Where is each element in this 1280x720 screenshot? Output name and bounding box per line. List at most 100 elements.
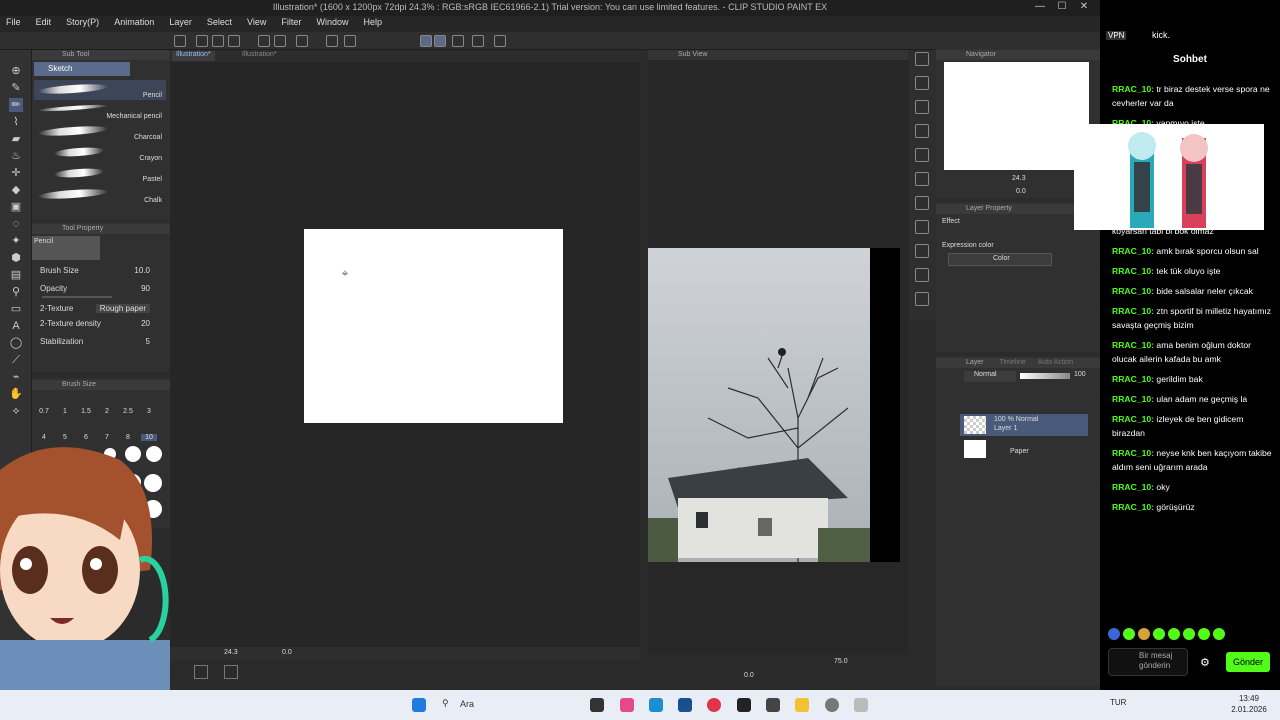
language-indicator[interactable]: TUR — [1110, 698, 1126, 707]
layer-row[interactable]: 100 % Normal Layer 1 — [960, 414, 1088, 436]
clear-icon[interactable] — [296, 35, 308, 47]
undo-icon[interactable] — [258, 35, 270, 47]
menu-window[interactable]: Window — [310, 16, 354, 28]
snap-special-ruler-icon[interactable] — [434, 35, 446, 47]
system-clock[interactable]: 13:49 2.01.2026 — [1222, 693, 1276, 715]
brush-pastel[interactable]: Pastel — [34, 164, 166, 184]
store-icon[interactable] — [678, 698, 692, 712]
canvas-zoom-value[interactable]: 24.3 — [224, 649, 238, 656]
panel-icon[interactable] — [915, 268, 929, 282]
emote-icon[interactable] — [1153, 628, 1165, 640]
snap-ruler-icon[interactable] — [420, 35, 432, 47]
file-explorer-icon[interactable] — [795, 698, 809, 712]
search-icon[interactable] — [915, 52, 929, 66]
text-tool-icon[interactable]: A — [9, 319, 23, 333]
emote-icon[interactable] — [1108, 628, 1120, 640]
copilot-icon[interactable] — [620, 698, 634, 712]
bucket-tool-icon[interactable]: ⬢ — [9, 251, 23, 265]
move-tool-icon[interactable]: ✛ — [9, 166, 23, 180]
menu-animation[interactable]: Animation — [108, 16, 160, 28]
layer-opacity-slider[interactable] — [1020, 373, 1070, 379]
transform-icon[interactable] — [344, 35, 356, 47]
emote-icon[interactable] — [1213, 628, 1225, 640]
doc-tab[interactable]: Illustration* — [238, 51, 281, 61]
size-1-5[interactable]: 1.5 — [78, 408, 94, 415]
home-icon[interactable] — [174, 35, 186, 47]
emote-icon[interactable] — [1198, 628, 1210, 640]
texture-row[interactable]: 2-Texture Rough paper — [40, 304, 160, 318]
maximize-button[interactable]: ☐ — [1052, 1, 1072, 15]
menu-layer[interactable]: Layer — [163, 16, 198, 28]
doc-tab-active[interactable]: Illustration* — [172, 51, 215, 61]
blend-tool-icon[interactable]: ♨ — [9, 149, 23, 163]
canvas-paper[interactable] — [304, 229, 563, 423]
pen-tool-icon[interactable]: ✎ — [9, 81, 23, 95]
taskbar-search[interactable]: ⚲ Ara — [436, 696, 584, 714]
magic-wand-icon[interactable]: ✦ — [9, 234, 23, 248]
canvas-angle-value[interactable]: 0.0 — [282, 649, 292, 656]
brush-mechanical-pencil[interactable]: Mechanical pencil — [34, 101, 166, 121]
brush-chalk[interactable]: Chalk — [34, 185, 166, 205]
brush-size-row[interactable]: Brush Size 10.0 — [40, 266, 160, 280]
menu-file[interactable]: File — [0, 16, 27, 28]
zoom-tool-icon[interactable]: ⊕ — [9, 64, 23, 78]
opera-icon[interactable] — [707, 698, 721, 712]
brush-charcoal[interactable]: Charcoal — [34, 122, 166, 142]
chat-username[interactable]: RRAC_10: — [1112, 448, 1154, 458]
panel-icon[interactable] — [915, 100, 929, 114]
menu-story[interactable]: Story(P) — [60, 16, 105, 28]
eraser-tool-icon[interactable]: ▰ — [9, 132, 23, 146]
lasso-tool-icon[interactable]: ◌ — [9, 217, 23, 231]
layer-row[interactable]: Paper — [960, 438, 1088, 460]
send-button[interactable]: Gönder — [1226, 652, 1270, 672]
panel-icon[interactable] — [915, 124, 929, 138]
windows-start-icon[interactable] — [412, 698, 426, 712]
operation-tool-icon[interactable]: ▣ — [9, 200, 23, 214]
minimize-button[interactable]: — — [1030, 1, 1050, 15]
chat-username[interactable]: RRAC_10: — [1112, 266, 1154, 276]
panel-icon[interactable] — [915, 148, 929, 162]
snap-grid-icon[interactable] — [452, 35, 464, 47]
pencil-tool-icon[interactable]: ✏ — [9, 98, 23, 112]
new-file-icon[interactable] — [196, 35, 208, 47]
opacity-row[interactable]: Opacity 90 — [40, 284, 160, 298]
hand-tool-icon[interactable]: ✋ — [9, 387, 23, 401]
blend-mode-select[interactable]: Normal — [964, 371, 1016, 382]
size-0-7[interactable]: 0.7 — [36, 408, 52, 415]
save-icon[interactable] — [228, 35, 240, 47]
app-icon[interactable] — [766, 698, 780, 712]
gradient-tool-icon[interactable]: ▤ — [9, 268, 23, 282]
app-icon[interactable] — [825, 698, 839, 712]
clip-studio-icon[interactable] — [854, 698, 868, 712]
chat-username[interactable]: RRAC_10: — [1112, 84, 1154, 94]
settings-icon[interactable] — [472, 35, 484, 47]
menu-view[interactable]: View — [241, 16, 272, 28]
help-icon[interactable] — [494, 35, 506, 47]
balloon-tool-icon[interactable]: ◯ — [9, 336, 23, 350]
menu-help[interactable]: Help — [358, 16, 389, 28]
panel-icon[interactable] — [915, 244, 929, 258]
menu-select[interactable]: Select — [201, 16, 238, 28]
chat-username[interactable]: RRAC_10: — [1112, 502, 1154, 512]
fill-icon[interactable] — [326, 35, 338, 47]
figure-tool-icon[interactable]: ▭ — [9, 302, 23, 316]
settings-gear-icon[interactable]: ⚙ — [1200, 656, 1214, 670]
sub-view-angle[interactable]: 0.0 — [744, 672, 754, 679]
chat-username[interactable]: RRAC_10: — [1112, 414, 1154, 424]
sub-view-zoom[interactable]: 75.0 — [834, 658, 848, 665]
correct-line-icon[interactable]: ⌁ — [9, 370, 23, 384]
grid-icon[interactable] — [224, 665, 238, 679]
subtool-tab-sketch[interactable]: Sketch — [34, 62, 130, 76]
size-3[interactable]: 3 — [141, 408, 157, 415]
brush-crayon[interactable]: Crayon — [34, 143, 166, 163]
size-1[interactable]: 1 — [57, 408, 73, 415]
fill-tool-icon[interactable]: ◆ — [9, 183, 23, 197]
navigator-angle[interactable]: 0.0 — [1016, 188, 1026, 195]
chat-username[interactable]: RRAC_10: — [1112, 306, 1154, 316]
panel-icon[interactable] — [915, 220, 929, 234]
close-button[interactable]: ✕ — [1074, 1, 1094, 15]
size-2[interactable]: 2 — [99, 408, 115, 415]
navigator-preview[interactable] — [944, 62, 1089, 170]
menu-filter[interactable]: Filter — [275, 16, 307, 28]
panel-icon[interactable] — [915, 76, 929, 90]
